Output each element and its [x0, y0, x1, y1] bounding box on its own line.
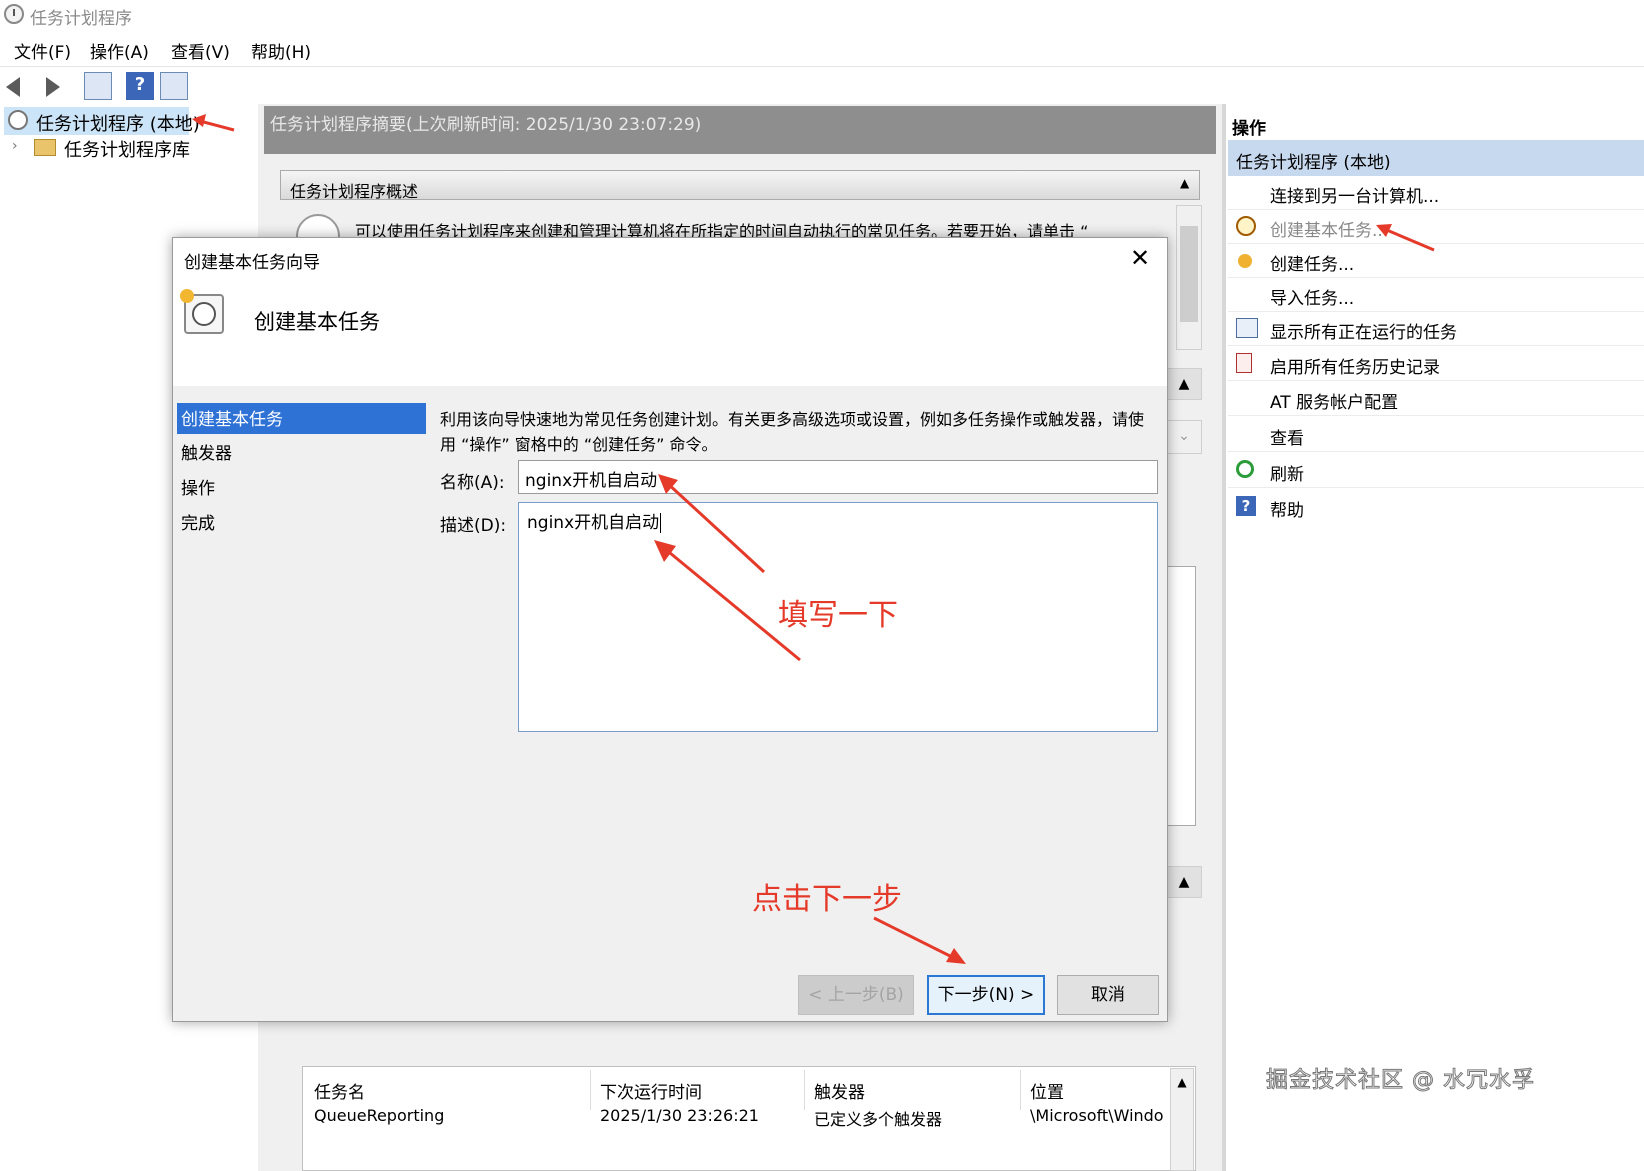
action-help[interactable]: ? 帮助	[1228, 490, 1644, 524]
table-header-location[interactable]: 位置	[1030, 1078, 1064, 1103]
toolbar: ?	[0, 66, 1644, 105]
help-icon: ?	[1236, 496, 1256, 516]
watermark: 掘金技术社区 @ 水冗水孚	[1266, 1068, 1535, 1094]
step-trigger[interactable]: 触发器	[181, 439, 232, 464]
menu-help[interactable]: 帮助(H)	[251, 38, 311, 63]
step-finish[interactable]: 完成	[181, 509, 215, 534]
action-at-config[interactable]: AT 服务帐户配置	[1228, 382, 1644, 416]
description-text: nginx开机自启动	[527, 513, 660, 533]
list-icon	[1236, 318, 1258, 338]
scrollbar-thumb[interactable]	[1180, 226, 1198, 322]
table-cell[interactable]: 2025/1/30 23:26:21	[600, 1106, 759, 1125]
column-divider	[590, 1070, 591, 1110]
annotation-arrow	[192, 114, 235, 132]
panel-edge	[1166, 566, 1196, 826]
chevron-down-icon[interactable]: ⌄	[1166, 420, 1202, 454]
action-label: AT 服务帐户配置	[1270, 393, 1399, 413]
actions-title: 操作	[1232, 119, 1266, 139]
table-header-trigger[interactable]: 触发器	[814, 1078, 865, 1103]
action-view[interactable]: 查看	[1228, 418, 1644, 452]
actions-section-label: 任务计划程序 (本地)	[1236, 153, 1391, 173]
action-label: 刷新	[1270, 465, 1304, 485]
log-icon	[1236, 353, 1252, 373]
column-divider	[804, 1070, 805, 1110]
table-cell[interactable]: \Microsoft\Windo	[1030, 1106, 1170, 1125]
annotation-arrows	[654, 474, 801, 662]
annotation-arrow	[1376, 224, 1435, 252]
clock-icon	[4, 4, 24, 24]
menu-file[interactable]: 文件(F)	[14, 38, 71, 63]
action-enable-history[interactable]: 启用所有任务历史记录	[1228, 347, 1644, 381]
column-divider	[1020, 1070, 1021, 1110]
help-icon[interactable]: ?	[126, 72, 154, 100]
table-scrollbar[interactable]: ▲	[1170, 1068, 1194, 1171]
action-label: 帮助	[1270, 501, 1304, 521]
forward-arrow-icon[interactable]	[46, 77, 60, 97]
title-bar	[0, 0, 1644, 30]
next-button[interactable]: 下一步(N) >	[927, 975, 1045, 1015]
dialog-heading: 创建基本任务	[254, 310, 380, 334]
action-import-task[interactable]: 导入任务...	[1228, 278, 1644, 312]
action-label: 连接到另一台计算机...	[1270, 187, 1440, 207]
tree-root[interactable]: 任务计划程序 (本地)	[36, 110, 200, 136]
action-label: 创建基本任务...	[1270, 221, 1389, 241]
window-title: 任务计划程序	[30, 9, 132, 29]
cancel-button[interactable]: 取消	[1057, 975, 1159, 1015]
wizard-description: 利用该向导快速地为常见任务创建计划。有关更多高级选项或设置，例如多任务操作或触发…	[440, 410, 1145, 454]
folder-icon	[34, 139, 56, 156]
action-connect[interactable]: 连接到另一台计算机...	[1228, 176, 1644, 210]
annotation-arrow	[873, 916, 966, 964]
chevron-right-icon[interactable]: ›	[12, 138, 18, 154]
action-label: 查看	[1270, 429, 1304, 449]
show-hide-console-tree-icon[interactable]	[84, 72, 112, 100]
menu-bar: 文件(F) 操作(A) 查看(V) 帮助(H)	[0, 34, 1644, 64]
collapse-up-icon[interactable]: ▲	[1166, 368, 1202, 400]
table-cell[interactable]: QueueReporting	[314, 1106, 444, 1125]
collapse-up-icon[interactable]: ▲	[1180, 176, 1189, 190]
menu-view[interactable]: 查看(V)	[171, 38, 230, 63]
overview-title: 任务计划程序概述	[290, 182, 419, 201]
collapse-up-icon[interactable]: ▲	[1166, 866, 1202, 898]
annotation-fill-in: 填写一下	[778, 598, 898, 633]
table-cell[interactable]: 已定义多个触发器	[814, 1106, 942, 1130]
step-create-basic-task[interactable]: 创建基本任务	[181, 405, 283, 430]
name-field[interactable]: nginx开机自启动	[518, 460, 1158, 494]
action-refresh[interactable]: 刷新	[1228, 454, 1644, 488]
sun-icon	[180, 289, 194, 303]
table-header-next-run[interactable]: 下次运行时间	[600, 1078, 702, 1103]
action-label: 显示所有正在运行的任务	[1270, 323, 1457, 343]
tree-library[interactable]: 任务计划程序库	[64, 136, 190, 162]
action-show-running[interactable]: 显示所有正在运行的任务	[1228, 312, 1644, 346]
back-arrow-icon[interactable]	[6, 77, 20, 97]
dialog-title-bar	[173, 238, 1167, 280]
sun-icon	[1238, 254, 1252, 268]
name-label: 名称(A):	[440, 473, 505, 493]
refresh-icon	[1236, 460, 1254, 478]
summary-header-text: 任务计划程序摘要(上次刷新时间: 2025/1/30 23:07:29)	[270, 115, 702, 135]
close-icon[interactable]: ✕	[1130, 246, 1150, 270]
action-label: 创建任务...	[1270, 255, 1355, 275]
dialog-title: 创建基本任务向导	[184, 253, 320, 273]
menu-action[interactable]: 操作(A)	[90, 38, 149, 63]
description-label: 描述(D):	[440, 516, 507, 536]
annotation-click-next: 点击下一步	[752, 882, 902, 917]
show-hide-action-pane-icon[interactable]	[160, 72, 188, 100]
step-action[interactable]: 操作	[181, 474, 215, 499]
table-header-name[interactable]: 任务名	[314, 1078, 365, 1103]
action-label: 导入任务...	[1270, 289, 1355, 309]
back-button[interactable]: < 上一步(B)	[798, 975, 914, 1015]
clock-icon	[1236, 216, 1256, 236]
action-label: 启用所有任务历史记录	[1270, 358, 1440, 378]
clock-icon	[8, 110, 28, 130]
